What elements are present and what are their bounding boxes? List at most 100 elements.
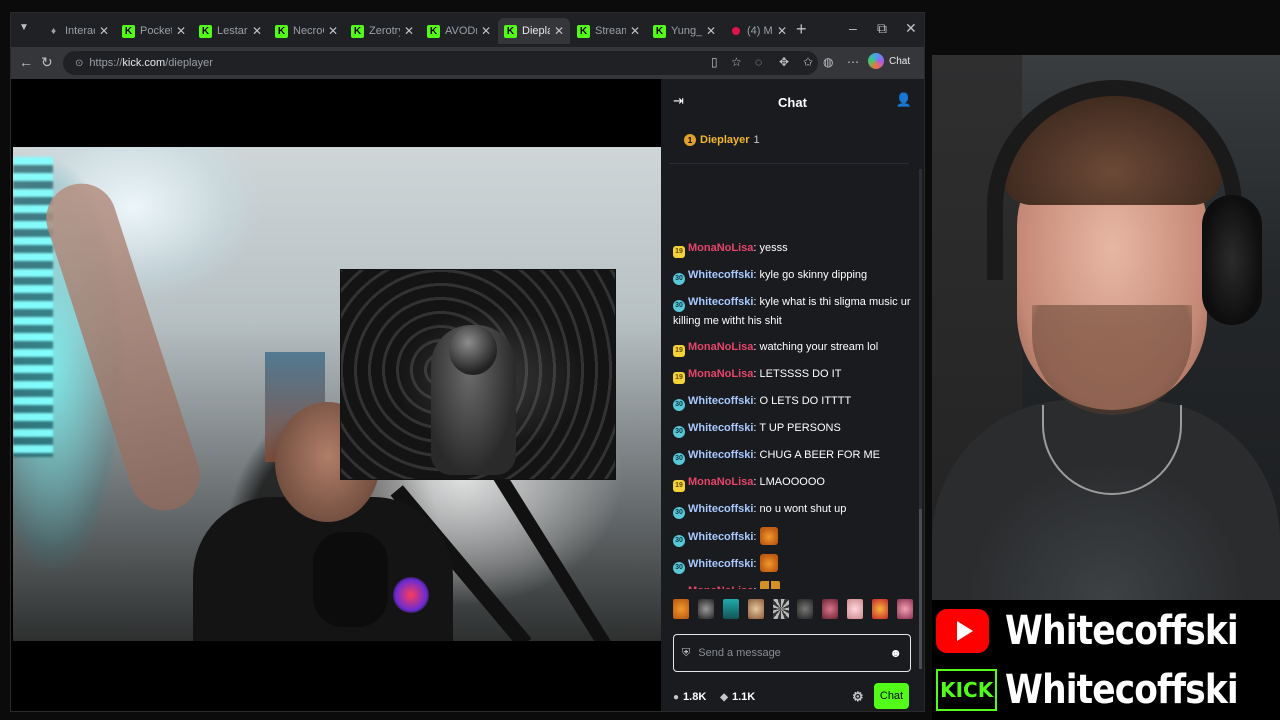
chat-username[interactable]: MonaNoLisa bbox=[688, 476, 753, 488]
video-player[interactable] bbox=[11, 79, 661, 711]
extension-icon[interactable]: ◌ bbox=[755, 55, 762, 69]
close-tab-icon[interactable]: ✕ bbox=[777, 24, 787, 38]
chat-username[interactable]: MonaNoLisa bbox=[688, 585, 753, 589]
browser-window: ▼ ♦ Interaction ✕ K PocketGwen ✕ K LestarM ✕ K Nec… bbox=[10, 12, 925, 712]
restore-icon[interactable]: ⧉ bbox=[877, 20, 887, 37]
favorites-icon[interactable]: ✩ bbox=[803, 55, 813, 69]
webcam-feed bbox=[932, 55, 1280, 600]
browser-tab[interactable]: K Zerotryz Sh ✕ bbox=[345, 18, 420, 44]
rgb-light bbox=[393, 577, 429, 613]
chat-message[interactable]: 19 MonaNoLisa: LMAOOOOO bbox=[667, 473, 911, 492]
emote-orange[interactable] bbox=[673, 599, 689, 619]
top-gifter-pin[interactable]: 1 Dieplayer 1 bbox=[661, 125, 924, 155]
emote-spinner[interactable] bbox=[772, 599, 789, 619]
emote-grey[interactable] bbox=[797, 599, 814, 619]
chat-message[interactable]: 30 Whitecoffski: T UP PERSONS bbox=[667, 419, 911, 438]
close-tab-icon[interactable]: ✕ bbox=[630, 24, 640, 38]
gear-icon[interactable]: ⚙ bbox=[852, 689, 864, 705]
bookmark-star-icon[interactable]: ☆ bbox=[731, 55, 742, 69]
emote-rose[interactable] bbox=[896, 599, 913, 619]
browser-tab[interactable]: ♦ Interaction ✕ bbox=[41, 18, 115, 44]
kick-page: ⇥ Chat 👤 1 Dieplayer 1 19 MonaNoLisa: yes… bbox=[11, 79, 924, 711]
reload-icon[interactable]: ↻ bbox=[41, 54, 53, 71]
raised-arm bbox=[37, 174, 209, 520]
tab-search-dropdown-icon[interactable]: ▼ bbox=[19, 22, 29, 33]
chat-message[interactable]: 19 MonaNoLisa: watching your stream lol bbox=[667, 338, 911, 357]
chat-username[interactable]: Whitecoffski bbox=[688, 422, 753, 434]
close-tab-icon[interactable]: ✕ bbox=[554, 24, 564, 38]
browser-tab[interactable]: K NecroCation ✕ bbox=[269, 18, 344, 44]
chat-username[interactable]: Whitecoffski bbox=[688, 395, 753, 407]
chat-message[interactable]: 30 Whitecoffski: kyle what is thi sligma … bbox=[667, 293, 911, 330]
more-menu-icon[interactable]: ⋯ bbox=[847, 55, 859, 69]
close-tab-icon[interactable]: ✕ bbox=[99, 24, 109, 38]
chat-username[interactable]: Whitecoffski bbox=[688, 296, 753, 308]
chat-message[interactable]: 30 Whitecoffski: O LETS DO ITTTT bbox=[667, 392, 911, 411]
emote-icon bbox=[759, 527, 778, 545]
chat-message[interactable]: 30 Whitecoffski: no u wont shut up bbox=[667, 500, 911, 519]
close-window-icon[interactable]: ✕ bbox=[905, 20, 917, 37]
browser-tab[interactable]: K Yung_Kong ✕ bbox=[647, 18, 722, 44]
emote-baby[interactable] bbox=[847, 599, 864, 619]
user-settings-icon[interactable]: 👤 bbox=[896, 92, 912, 108]
shield-icon[interactable]: ⛨ bbox=[682, 647, 690, 660]
send-message-input[interactable] bbox=[698, 647, 890, 659]
chat-message-text: LMAOOOOO bbox=[759, 476, 825, 488]
chat-message[interactable]: 19MonaNoLisa: bbox=[667, 581, 911, 589]
chat-message[interactable]: 19 MonaNoLisa: yesss bbox=[667, 239, 911, 258]
browser-tab[interactable]: (4) MY MA ✕ bbox=[723, 18, 793, 44]
chat-username[interactable]: Whitecoffski bbox=[688, 269, 753, 281]
browser-tab[interactable]: K Dieplay ✕ bbox=[498, 18, 570, 44]
extensions-puzzle-icon[interactable]: ✥ bbox=[779, 55, 789, 69]
browser-tab[interactable]: K Stream - Ki ✕ bbox=[571, 18, 646, 44]
emote-face[interactable] bbox=[747, 599, 764, 619]
scrollbar-thumb[interactable] bbox=[919, 509, 922, 669]
url-input[interactable]: ⊙ https://kick.com/dieplayer bbox=[63, 51, 818, 75]
close-tab-icon[interactable]: ✕ bbox=[252, 24, 262, 38]
chat-message[interactable]: 30 Whitecoffski: kyle go skinny dipping bbox=[667, 266, 911, 285]
chat-message[interactable]: 19 MonaNoLisa: LETSSSS DO IT bbox=[667, 365, 911, 384]
beard bbox=[1032, 305, 1192, 415]
emote-teal[interactable] bbox=[722, 599, 739, 619]
chat-message[interactable]: 30 Whitecoffski: bbox=[667, 554, 911, 574]
emoji-picker-icon[interactable]: ☻ bbox=[889, 646, 902, 660]
copilot-button[interactable]: Chat bbox=[868, 53, 910, 69]
minimize-icon[interactable]: – bbox=[849, 20, 857, 36]
beer-emote-icon bbox=[759, 581, 780, 589]
collapse-chat-icon[interactable]: ⇥ bbox=[673, 93, 684, 109]
emote-fire[interactable] bbox=[872, 599, 888, 619]
chat-message[interactable]: 30 Whitecoffski: CHUG A BEER FOR ME bbox=[667, 446, 911, 465]
emote-pink[interactable] bbox=[822, 599, 839, 619]
browser-tab[interactable]: K LestarM ✕ bbox=[193, 18, 268, 44]
message-input-box[interactable]: ⛨ ☻ bbox=[673, 634, 911, 672]
browser-tab[interactable]: K PocketGwen ✕ bbox=[116, 18, 192, 44]
chat-username[interactable]: MonaNoLisa bbox=[688, 368, 753, 380]
close-tab-icon[interactable]: ✕ bbox=[328, 24, 338, 38]
close-tab-icon[interactable]: ✕ bbox=[404, 24, 414, 38]
kick-favicon-icon: K bbox=[275, 24, 288, 38]
chat-scrollbar[interactable] bbox=[919, 169, 922, 669]
kick-favicon-icon: K bbox=[122, 24, 135, 38]
chat-username[interactable]: Whitecoffski bbox=[688, 503, 753, 515]
tab-title: PocketGwen bbox=[140, 25, 172, 37]
back-icon[interactable]: ← bbox=[19, 54, 33, 70]
chat-username[interactable]: MonaNoLisa bbox=[688, 341, 753, 353]
new-tab-button[interactable]: + bbox=[796, 19, 807, 40]
picture-in-picture-video[interactable] bbox=[340, 269, 616, 480]
chat-username[interactable]: Whitecoffski bbox=[688, 531, 753, 543]
close-tab-icon[interactable]: ✕ bbox=[176, 24, 186, 38]
emote-skull[interactable] bbox=[697, 599, 714, 619]
microphone bbox=[313, 532, 388, 627]
chat-username[interactable]: Whitecoffski bbox=[688, 558, 753, 570]
chat-username[interactable]: Whitecoffski bbox=[688, 449, 753, 461]
reader-mode-icon[interactable]: ▯ bbox=[711, 55, 718, 69]
send-chat-button[interactable]: Chat bbox=[874, 683, 909, 709]
browser-tab[interactable]: K AVODre999 ✕ bbox=[421, 18, 497, 44]
close-tab-icon[interactable]: ✕ bbox=[481, 24, 491, 38]
chat-message[interactable]: 30 Whitecoffski: bbox=[667, 527, 911, 547]
site-info-icon[interactable]: ⊙ bbox=[75, 58, 83, 69]
tab-title: Dieplay bbox=[522, 25, 550, 37]
chat-username[interactable]: MonaNoLisa bbox=[688, 242, 753, 254]
close-tab-icon[interactable]: ✕ bbox=[706, 24, 716, 38]
profile-icon[interactable]: ◍ bbox=[823, 55, 833, 69]
